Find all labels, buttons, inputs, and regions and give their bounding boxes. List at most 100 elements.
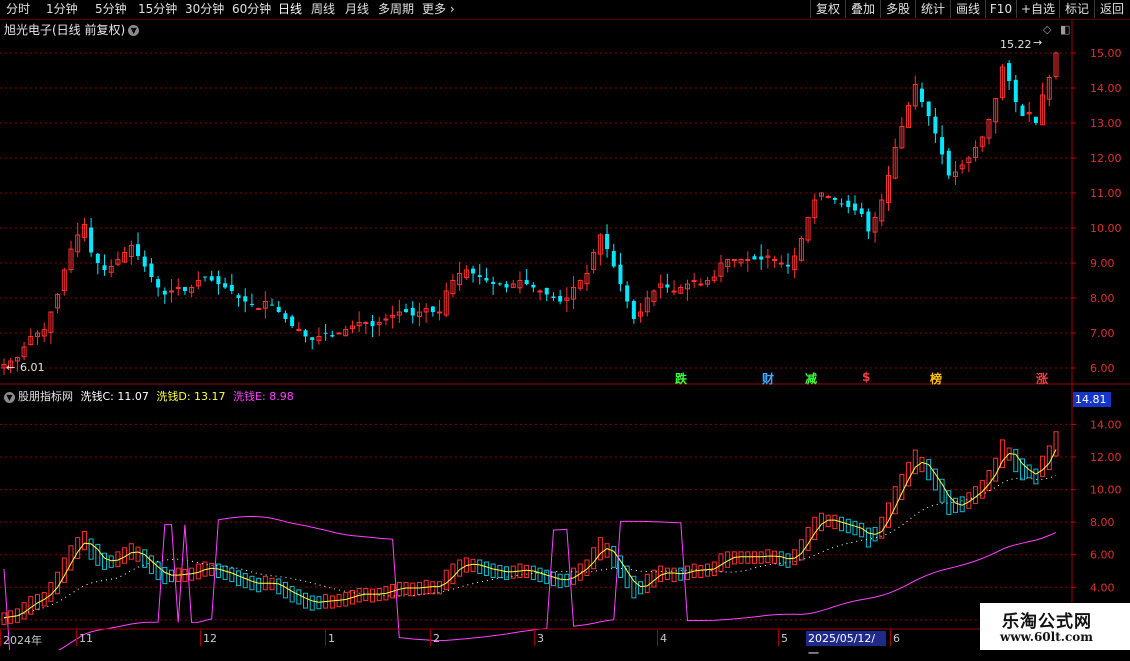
indicator-bar-up bbox=[55, 571, 61, 595]
candle-body-down bbox=[410, 307, 415, 316]
candle-body-down bbox=[785, 264, 790, 267]
stock-title[interactable]: 旭光电子(日线 前复权) ▼ bbox=[4, 21, 140, 38]
candle-body-up bbox=[363, 322, 369, 324]
indicator-bar-down bbox=[557, 573, 563, 589]
candle-body-down bbox=[310, 337, 315, 340]
low-arrow-icon: ← bbox=[6, 361, 16, 374]
price-tick-label: 13.00 bbox=[1090, 117, 1122, 130]
indicator-bar-up bbox=[644, 573, 650, 593]
candle-body-down bbox=[243, 296, 248, 302]
kline-chart[interactable]: 15.0014.0013.0012.0011.0010.009.008.007.… bbox=[0, 0, 1130, 650]
indicator-bar-up bbox=[758, 551, 764, 564]
indicator-bar-down bbox=[1013, 448, 1019, 473]
indicator-bar-up bbox=[993, 457, 999, 482]
series-c-label: 洗钱C: 11.07 bbox=[80, 390, 149, 403]
chevron-down-icon[interactable]: ▼ bbox=[4, 391, 15, 403]
event-marker[interactable]: 减 bbox=[805, 370, 817, 387]
indicator-bar-up bbox=[329, 595, 335, 609]
event-marker[interactable]: $ bbox=[862, 370, 870, 384]
indicator-bar-down bbox=[88, 538, 94, 560]
indicator-bar-down bbox=[952, 497, 958, 513]
indicator-bar-down bbox=[162, 566, 168, 585]
date-tick bbox=[76, 630, 77, 646]
indicator-bar-down bbox=[242, 573, 248, 589]
indicator-bar-up bbox=[798, 539, 804, 561]
indicator-bar-down bbox=[490, 563, 496, 579]
candle-body-down bbox=[631, 300, 636, 319]
indicator-bar-down bbox=[309, 595, 315, 611]
candle-body-down bbox=[618, 264, 623, 284]
price-tick-label: 11.00 bbox=[1090, 187, 1122, 200]
indicator-bar-up bbox=[718, 553, 724, 572]
indicator-bar-up bbox=[470, 558, 476, 572]
event-marker[interactable]: 财 bbox=[762, 370, 774, 387]
candle-body-down bbox=[605, 233, 610, 249]
candle-body-down bbox=[249, 303, 254, 305]
indicator-bar-up bbox=[597, 537, 603, 561]
candle-body-down bbox=[491, 281, 496, 284]
indicator-bar-up bbox=[772, 550, 778, 564]
indicator-bar-down bbox=[108, 555, 114, 568]
indicator-bar-up bbox=[48, 581, 54, 602]
chevron-down-icon[interactable]: ▼ bbox=[128, 25, 140, 36]
candle-body-down bbox=[156, 279, 161, 288]
indicator-bar-down bbox=[1026, 464, 1032, 479]
candle-body-up bbox=[256, 308, 262, 310]
candle-body-down bbox=[484, 277, 489, 281]
date-tick bbox=[325, 630, 326, 646]
candle-body-down bbox=[370, 321, 375, 326]
candle-body-down bbox=[471, 268, 476, 274]
series-c-line bbox=[3, 474, 1057, 619]
indicator-bar-down bbox=[282, 581, 288, 599]
event-marker[interactable]: 榜 bbox=[930, 370, 942, 387]
indicator-bar-down bbox=[222, 565, 228, 581]
price-tick-label: 6.00 bbox=[1090, 362, 1115, 375]
panel-toggle-icon[interactable]: ◧ bbox=[1060, 23, 1070, 36]
candle-body-down bbox=[946, 150, 951, 176]
indicator-tick-label: 8.00 bbox=[1090, 516, 1115, 529]
indicator-price-tag: 14.81 bbox=[1073, 392, 1111, 407]
price-tick-label: 15.00 bbox=[1090, 47, 1122, 60]
candle-body-down bbox=[504, 284, 509, 288]
date-tick bbox=[534, 630, 535, 646]
watermark-url: www.60lt.com bbox=[1000, 630, 1093, 644]
date-tick bbox=[778, 630, 779, 646]
candle-body-down bbox=[223, 283, 228, 288]
date-tick-label: 2024年 bbox=[3, 634, 42, 647]
date-tick-label: 11 bbox=[79, 632, 93, 645]
price-tick-label: 12.00 bbox=[1090, 152, 1122, 165]
indicator-bar-up bbox=[698, 564, 704, 579]
indicator-tick-label: 6.00 bbox=[1090, 549, 1115, 562]
candle-body-down bbox=[544, 287, 549, 295]
candle-body-up bbox=[691, 280, 697, 282]
indicator-bar-down bbox=[839, 516, 845, 532]
candle-body-down bbox=[859, 208, 864, 214]
price-tick-label: 7.00 bbox=[1090, 327, 1115, 340]
indicator-bar-up bbox=[986, 469, 992, 492]
indicator-bar-down bbox=[148, 555, 154, 574]
indicator-name: 股朋指标网 bbox=[18, 390, 73, 403]
series-e-line bbox=[3, 515, 1057, 650]
event-marker[interactable]: 跌 bbox=[675, 370, 687, 387]
candle-body-down bbox=[611, 250, 616, 267]
candle-body-down bbox=[229, 284, 234, 291]
candle-body-down bbox=[752, 256, 757, 260]
series-e-label: 洗钱E: 8.98 bbox=[233, 390, 294, 403]
indicator-title[interactable]: ▼ 股朋指标网 洗钱C: 11.07 洗钱D: 13.17 洗钱E: 8.98 bbox=[4, 388, 294, 404]
event-marker[interactable]: 涨 bbox=[1036, 370, 1048, 387]
candle-body-down bbox=[216, 276, 221, 284]
diamond-icon[interactable]: ◇ bbox=[1043, 23, 1051, 36]
indicator-bar-up bbox=[1040, 455, 1046, 477]
indicator-bar-up bbox=[128, 543, 134, 560]
candle-body-up bbox=[671, 290, 677, 293]
indicator-bar-down bbox=[926, 459, 932, 481]
indicator-bar-up bbox=[805, 526, 811, 551]
candle-body-down bbox=[89, 227, 94, 253]
indicator-bar-up bbox=[370, 588, 376, 603]
candle-body-up bbox=[731, 259, 737, 261]
indicator-bar-up bbox=[671, 567, 677, 583]
indicator-bar-down bbox=[483, 561, 489, 576]
candle-body-up bbox=[745, 259, 751, 261]
candle-body-down bbox=[209, 276, 214, 281]
candle-body-up bbox=[437, 311, 443, 314]
